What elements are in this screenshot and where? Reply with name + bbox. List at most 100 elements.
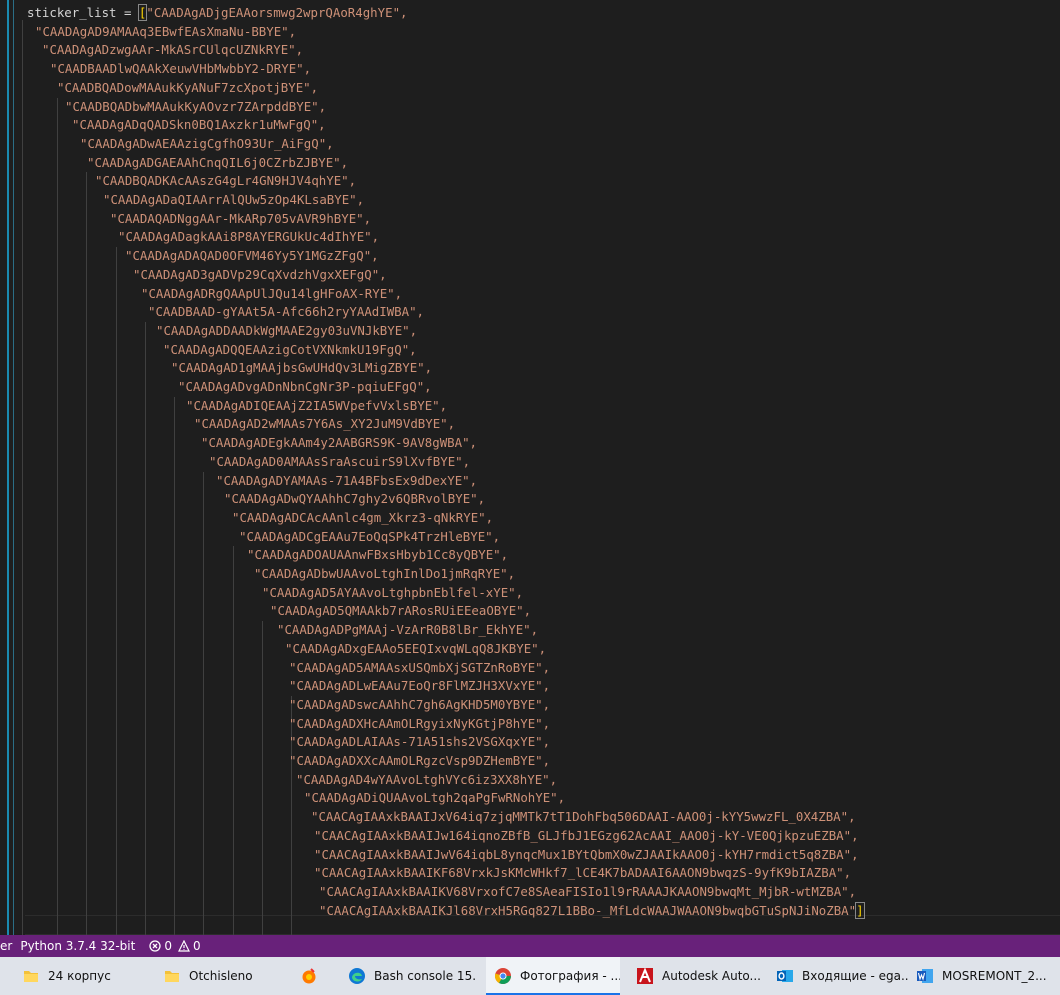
taskbar-item-word[interactable]: MOSREMONT_2...: [916, 957, 1060, 995]
string-literal: "CAADAgADRgQAApUlJQu14lgHFoAX-RYE",: [141, 285, 403, 301]
code-line[interactable]: "CAADBQADKAcAAszG4gLr4GN9HJV4qhYE",: [95, 172, 356, 191]
code-line[interactable]: "CAADAgADYAMAAs-71A4BFbsEx9dDexYE",: [216, 472, 477, 491]
code-line[interactable]: "CAADAgADagkAAi8P8AYERGUkUc4dIhYE",: [118, 228, 379, 247]
status-left-fragment[interactable]: er: [0, 939, 12, 953]
string-literal: "CAACAgIAAxkBAAIKV68VrxofC7e8SAeaFISIo1l…: [319, 883, 857, 899]
string-literal: "CAADAgAD4wYAAvoLtghVYc6iz3XX8hYE",: [296, 771, 558, 787]
code-line[interactable]: "CAADAgAD0AMAAsSraAscuirS9lXvfBYE",: [209, 453, 470, 472]
code-line[interactable]: "CAACAgIAAxkBAAIKF68VrxkJsKMcWHkf7_lCE4K…: [314, 864, 851, 883]
string-literal: "CAADAgAD0AMAAsSraAscuirS9lXvfBYE",: [209, 453, 471, 469]
code-line[interactable]: "CAADAgAD1gMAAjbsGwUHdQv3LMigZBYE",: [171, 359, 432, 378]
string-literal: "CAADBAAD-gYAAt5A-Afc66h2ryYAAdIWBA",: [148, 304, 425, 320]
string-literal: "CAADAgADCAcAAnlc4gm_Xkrz3-qNkRYE",: [232, 509, 494, 525]
taskbar-item-otchisleno[interactable]: Otchisleno: [163, 957, 278, 995]
code-line[interactable]: "CAADAgAD2wMAAs7Y6As_XY2JuM9VdBYE",: [194, 415, 455, 434]
chrome-icon: [494, 968, 511, 985]
code-editor[interactable]: sticker_list = ["CAADAgADjgEAAorsmwg2wpr…: [0, 0, 1060, 935]
word-icon: [917, 969, 933, 983]
code-line[interactable]: "CAACAgIAAxkBAAIKJl68VrxH5RGq827L1BBo-_M…: [319, 901, 865, 921]
string-literal: "CAADBAADlwQAAkXeuwVHbMwbbY2-DRYE",: [50, 61, 312, 77]
indent-guide: [57, 97, 58, 935]
code-line[interactable]: "CAADAgADvgADnNbnCgNr3P-pqiuEFgQ",: [178, 378, 432, 397]
code-line[interactable]: "CAADAgADwQYAAhhC7ghy2v6QBRvolBYE",: [224, 490, 485, 509]
code-line[interactable]: "CAADAgADGAEAAhCnqQIL6j0CZrbZJBYE",: [87, 154, 348, 173]
python-interpreter-button[interactable]: Python 3.7.4 32-bit: [20, 939, 135, 953]
string-literal: "CAACAgIAAxkBAAIJxV64iq7zjqMMTk7tT1DohFb…: [311, 809, 856, 825]
code-line[interactable]: "CAADAgAD4wYAAvoLtghVYc6iz3XX8hYE",: [296, 771, 557, 790]
string-literal: "CAADAgAD9AMAAq3EBwfEAsXmaNu-BBYE",: [35, 23, 297, 39]
indent-guide: [22, 20, 23, 935]
code-line[interactable]: "CAACAgIAAxkBAAIJxV64iq7zjqMMTk7tT1DohFb…: [311, 808, 856, 827]
string-literal: "CAADAgADOAUAAnwFBxsHbyb1Cc8yQBYE",: [247, 547, 509, 563]
code-line[interactable]: "CAACAgIAAxkBAAIKV68VrxofC7e8SAeaFISIo1l…: [319, 883, 856, 902]
code-line[interactable]: "CAADAgADCgEAAu7EoQqSPk4TrzHleBYE",: [239, 528, 500, 547]
indent-guide: [203, 471, 204, 935]
taskbar-item-outlook[interactable]: Входящие - ega...: [776, 957, 908, 995]
string-literal: "CAADAgADwQYAAhhC7ghy2v6QBRvolBYE",: [224, 491, 486, 507]
editor-gutter-bar: [7, 0, 9, 935]
status-bar: er Python 3.7.4 32-bit 0 0: [0, 935, 1060, 957]
code-line[interactable]: "CAADAgADXHcAAmOLRgyixNyKGtjP8hYE",: [289, 715, 550, 734]
taskbar-item-bash-console[interactable]: Bash console 15...: [348, 957, 476, 995]
code-line[interactable]: "CAADAgADswcAAhhC7gh6AgKHD5M0YBYE",: [289, 696, 550, 715]
indent-guide: [116, 247, 117, 935]
taskbar-label: Otchisleno: [189, 969, 253, 983]
taskbar-label: Autodesk Auto...: [662, 969, 761, 983]
code-line[interactable]: "CAADAgADXXcAAmOLRgzcVsp9DZHemBYE",: [289, 752, 550, 771]
taskbar-item-autodesk[interactable]: Autodesk Auto...: [630, 957, 768, 995]
code-line[interactable]: "CAADAgADaQIAArrAlQUw5zOp4KLsaBYE",: [103, 191, 364, 210]
code-line[interactable]: "CAADAgADQQEAAzigCotVXNkmkU19FgQ",: [163, 341, 417, 360]
code-line[interactable]: "CAADAgADIQEAAjZ2IA5WVpefvVxlsBYE",: [186, 397, 447, 416]
edge-icon: [349, 968, 365, 984]
string-literal: "CAADBQADbwMAAukKyAOvzr7ZArpddBYE",: [65, 98, 327, 114]
string-literal: "CAADAgADaQIAArrAlQUw5zOp4KLsaBYE",: [103, 192, 365, 207]
code-line[interactable]: "CAADAgAD9AMAAq3EBwfEAsXmaNu-BBYE",: [35, 23, 296, 42]
code-line[interactable]: "CAADAgADLAIAAs-71A51shs2VSGXqxYE",: [289, 733, 550, 752]
taskbar-item-photo-chrome[interactable]: Фотография - ...: [486, 957, 620, 995]
code-line[interactable]: "CAACAgIAAxkBAAIJwV64iqbL8ynqcMux1BYtQbm…: [314, 846, 859, 865]
indent-guide: [86, 172, 87, 935]
taskbar-item-app[interactable]: [300, 957, 336, 995]
code-line[interactable]: "CAADAgADPgMAAj-VzArR0B8lBr_EkhYE",: [277, 621, 538, 640]
code-line[interactable]: "CAADAgAD5AYAAvoLtghpbnEblfel-xYE",: [262, 584, 523, 603]
string-literal: "CAACAgIAAxkBAAIJw164iqnoZBfB_GLJfbJ1EGz…: [314, 827, 859, 843]
string-literal: "CAADAgADAQAD0OFVM46Yy5Y1MGzZFgQ",: [125, 248, 379, 264]
code-line[interactable]: "CAADAgADiQUAAvoLtgh2qaPgFwRNohYE",: [304, 789, 565, 808]
code-line[interactable]: "CAADBAADlwQAAkXeuwVHbMwbbY2-DRYE",: [50, 60, 311, 79]
string-literal: "CAADAgADwAEAAzigCgfhO93Ur_AiFgQ",: [80, 135, 334, 151]
string-literal: "CAADAgADagkAAi8P8AYERGUkUc4dIhYE",: [118, 229, 380, 245]
code-line[interactable]: "CAADAgADOAUAAnwFBxsHbyb1Cc8yQBYE",: [247, 546, 508, 565]
code-line[interactable]: "CAADAgADxgEAAo5EEQIxvqWLqQ8JKBYE",: [285, 640, 546, 659]
assign-operator: =: [116, 5, 139, 20]
autocad-icon: [637, 967, 653, 984]
problems-indicator[interactable]: 0 0: [149, 939, 201, 953]
code-line[interactable]: "CAADAgADAQAD0OFVM46Yy5Y1MGzZFgQ",: [125, 247, 379, 266]
code-line[interactable]: "CAADAgADRgQAApUlJQu14lgHFoAX-RYE",: [141, 285, 402, 304]
indent-guide: [233, 546, 234, 935]
code-line[interactable]: "CAADAgAD5AMAAsxUSQmbXjSGTZnRoBYE",: [289, 659, 550, 678]
string-literal: "CAACAgIAAxkBAAIKF68VrxkJsKMcWHkf7_lCE4K…: [314, 865, 852, 881]
string-literal: "CAADAgAD2wMAAs7Y6As_XY2JuM9VdBYE",: [194, 416, 456, 432]
code-line[interactable]: "CAADAQADNggAAr-MkARp705vAVR9hBYE",: [110, 210, 371, 229]
code-line[interactable]: "CAADAgADzwgAAr-MkASrCUlqcUZNkRYE",: [42, 41, 303, 60]
code-line[interactable]: "CAADAgADbwUAAvoLtghInlDo1jmRqRYE",: [254, 565, 515, 584]
code-line[interactable]: "CAADAgADCAcAAnlc4gm_Xkrz3-qNkRYE",: [232, 509, 493, 528]
code-line[interactable]: "CAADAgADEgkAAm4y2AABGRS9K-9AV8gWBA",: [201, 434, 477, 453]
code-line[interactable]: "CAADAgADqQADSkn0BQ1Axzkr1uMwFgQ",: [72, 116, 326, 135]
code-line[interactable]: sticker_list = ["CAADAgADjgEAAorsmwg2wpr…: [27, 4, 407, 23]
taskbar-item-24-korpus[interactable]: 24 корпус: [22, 957, 142, 995]
code-line[interactable]: "CAADAgAD5QMAAkb7rARosRUiEEeaOBYE",: [270, 602, 531, 621]
code-line[interactable]: "CAACAgIAAxkBAAIJw164iqnoZBfB_GLJfbJ1EGz…: [314, 827, 859, 846]
code-line[interactable]: "CAADBQADbwMAAukKyAOvzr7ZArpddBYE",: [65, 98, 326, 117]
code-line[interactable]: "CAADAgAD3gADVp29CqXvdzhVgxXEFgQ",: [133, 266, 387, 285]
outlook-icon: [777, 970, 793, 982]
app-icon: [302, 968, 316, 984]
code-line[interactable]: "CAADAgADwAEAAzigCgfhO93Ur_AiFgQ",: [80, 135, 334, 154]
string-literal: "CAADAgAD5AMAAsxUSQmbXjSGTZnRoBYE",: [289, 659, 551, 675]
code-line[interactable]: "CAADAgADLwEAAu7EoQr8FlMZJH3XVxYE",: [289, 677, 550, 696]
code-line[interactable]: "CAADBQADowMAAukKyANuF7zcXpotjBYE",: [57, 79, 318, 98]
code-line[interactable]: "CAADAgADDAADkWgMAAE2gy03uVNJkBYE",: [156, 322, 417, 341]
code-line[interactable]: "CAADBAAD-gYAAt5A-Afc66h2ryYAAdIWBA",: [148, 303, 424, 322]
indent-guide: [145, 321, 146, 935]
string-literal: "CAADAgADLwEAAu7EoQr8FlMZJH3XVxYE",: [289, 678, 551, 694]
